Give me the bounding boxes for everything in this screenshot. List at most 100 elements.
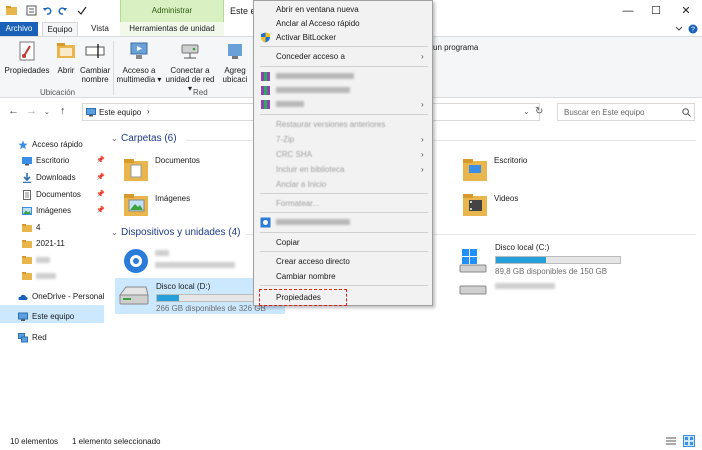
drive-icon[interactable] xyxy=(118,283,150,309)
svg-text:?: ? xyxy=(691,27,695,34)
propiedades-button[interactable]: Propiedades xyxy=(4,40,50,75)
menu-blurred-item[interactable] xyxy=(276,87,350,93)
status-count: 10 elementos xyxy=(10,437,59,446)
folder-escritorio-label[interactable]: Escritorio xyxy=(494,156,527,165)
disco-d-usage-fill xyxy=(157,295,180,301)
address-path: Este equipo xyxy=(99,108,142,117)
menu-anclar-inicio[interactable]: Anclar a Inicio xyxy=(276,180,326,189)
nav-downloads[interactable]: Downloads 📌 xyxy=(22,170,108,186)
conectar-unidad-red-button[interactable]: Conectar a unidad de red ▾ xyxy=(164,40,216,93)
menu-separator xyxy=(260,285,428,286)
documentos-folder-icon[interactable] xyxy=(124,155,148,183)
abrir-label: Abrir xyxy=(57,66,75,75)
section-carpetas[interactable]: Carpetas (6) xyxy=(121,133,177,144)
rename-icon xyxy=(85,44,105,58)
redo-icon[interactable] xyxy=(57,5,68,16)
refresh-icon[interactable]: ↻ xyxy=(535,106,543,117)
menu-cambiar-nombre[interactable]: Cambiar nombre xyxy=(276,272,336,281)
breadcrumb-chevron-icon[interactable]: › xyxy=(147,107,150,116)
nav-documentos[interactable]: Documentos 📌 xyxy=(22,187,108,203)
context-menu: Abrir en ventana nueva Anclar al Acceso … xyxy=(253,0,433,306)
folder-open-icon xyxy=(57,43,75,58)
acceso-multimedia-button[interactable]: Acceso a multimedia ▾ xyxy=(116,40,162,84)
submenu-arrow-icon: › xyxy=(421,52,424,61)
menu-propiedades[interactable]: Propiedades xyxy=(276,293,321,302)
disco-c-label[interactable]: Disco local (C:) xyxy=(495,243,549,252)
videos-folder-icon[interactable] xyxy=(463,190,487,218)
up-arrow-icon[interactable]: ↑ xyxy=(60,105,66,117)
conectar-unidad-red-label: Conectar a unidad de red ▾ xyxy=(165,66,215,93)
windows-drive-icon[interactable] xyxy=(458,247,488,275)
back-arrow-icon[interactable]: ← xyxy=(8,105,19,117)
imagenes-folder-icon[interactable] xyxy=(124,190,148,218)
details-view-icon[interactable] xyxy=(666,436,676,446)
menu-incluir-biblioteca[interactable]: Incluir en biblioteca xyxy=(276,165,344,174)
address-dropdown-icon[interactable]: ⌄ xyxy=(523,107,530,116)
menu-blurred-item[interactable] xyxy=(276,73,354,79)
blurred-device-label xyxy=(495,283,555,289)
app-icon xyxy=(260,217,271,228)
checkmark-icon[interactable] xyxy=(76,5,87,16)
tab-equipo[interactable]: Equipo xyxy=(42,22,78,36)
ctx-tab-administrar[interactable]: Administrar xyxy=(120,0,224,22)
tab-archivo[interactable]: Archivo xyxy=(0,22,38,36)
menu-blurred-item[interactable] xyxy=(276,101,304,107)
search-box[interactable]: Buscar en Este equipo xyxy=(557,103,695,121)
section-collapse-icon[interactable]: ⌄ xyxy=(111,134,118,143)
menu-crear-acceso-directo[interactable]: Crear acceso directo xyxy=(276,257,350,266)
chevron-down-icon[interactable] xyxy=(674,24,684,34)
blurred-device-icon[interactable] xyxy=(458,278,488,298)
submenu-arrow-icon: › xyxy=(421,150,424,159)
archive-icon xyxy=(261,72,270,81)
desinstalar-programa-label[interactable]: un programa xyxy=(433,43,478,52)
folder-imagenes-label[interactable]: Imágenes xyxy=(155,194,190,203)
folder-documentos-label[interactable]: Documentos xyxy=(155,156,200,165)
nav-folder-blurred-1[interactable] xyxy=(22,252,62,268)
menu-blurred-item[interactable] xyxy=(276,219,350,225)
disco-d-label[interactable]: Disco local (D:) xyxy=(156,282,210,291)
acceso-multimedia-label: Acceso a multimedia ▾ xyxy=(116,66,162,84)
download-icon xyxy=(23,173,31,183)
network-drive-icon xyxy=(181,44,199,59)
maximize-button[interactable]: ☐ xyxy=(645,3,667,19)
tab-herramientas-unidad[interactable]: Herramientas de unidad xyxy=(120,22,224,36)
properties-qa-icon[interactable] xyxy=(26,5,37,16)
menu-conceder-acceso[interactable]: Conceder acceso a xyxy=(276,52,345,61)
menu-crc-sha[interactable]: CRC SHA xyxy=(276,150,312,159)
menu-restaurar-versiones[interactable]: Restaurar versiones anteriores xyxy=(276,120,385,129)
search-input[interactable]: Buscar en Este equipo xyxy=(564,108,645,117)
cambiar-nombre-button[interactable]: Cambiar nombre xyxy=(80,40,110,84)
escritorio-folder-icon[interactable] xyxy=(463,155,487,183)
menu-anclar-acceso-rapido[interactable]: Anclar al Acceso rápido xyxy=(276,19,360,28)
undo-icon[interactable] xyxy=(42,5,53,16)
disco-c-usage-fill xyxy=(496,257,546,263)
recent-chevron-icon[interactable]: ⌄ xyxy=(44,108,50,116)
blurred-device-icon[interactable] xyxy=(122,247,150,275)
agregar-ubicacion-button[interactable]: Agreg ubicaci xyxy=(218,40,252,84)
menu-separator xyxy=(260,193,428,194)
menu-7zip[interactable]: 7-Zip xyxy=(276,135,294,144)
menu-abrir-nueva-ventana[interactable]: Abrir en ventana nueva xyxy=(276,5,359,14)
nav-imagenes[interactable]: Imágenes 📌 xyxy=(22,203,108,219)
forward-arrow-icon[interactable]: → xyxy=(26,105,37,117)
disco-c-usage-bar xyxy=(495,256,621,264)
help-icon[interactable]: ? xyxy=(688,24,698,34)
nav-escritorio[interactable]: Escritorio 📌 xyxy=(22,153,108,169)
nav-folder-blurred-2[interactable] xyxy=(22,268,62,284)
menu-copiar[interactable]: Copiar xyxy=(276,238,300,247)
tab-vista[interactable]: Vista xyxy=(84,22,116,36)
abrir-button[interactable]: Abrir xyxy=(52,40,80,75)
blurred-device-label xyxy=(155,250,169,256)
minimize-button[interactable]: — xyxy=(617,3,639,19)
section-collapse-icon[interactable]: ⌄ xyxy=(111,228,118,237)
section-dispositivos[interactable]: Dispositivos y unidades (4) xyxy=(121,227,241,238)
tiles-view-icon[interactable] xyxy=(683,435,695,447)
folder-icon xyxy=(22,256,32,264)
menu-activar-bitlocker[interactable]: Activar BitLocker xyxy=(276,33,336,42)
computer-icon xyxy=(86,108,96,117)
menu-formatear[interactable]: Formatear... xyxy=(276,199,319,208)
folder-videos-label[interactable]: Videos xyxy=(494,194,518,203)
close-button[interactable]: ✕ xyxy=(675,3,697,19)
disco-c-sub: 89,8 GB disponibles de 150 GB xyxy=(495,267,608,276)
pin-icon: 📌 xyxy=(96,174,105,181)
